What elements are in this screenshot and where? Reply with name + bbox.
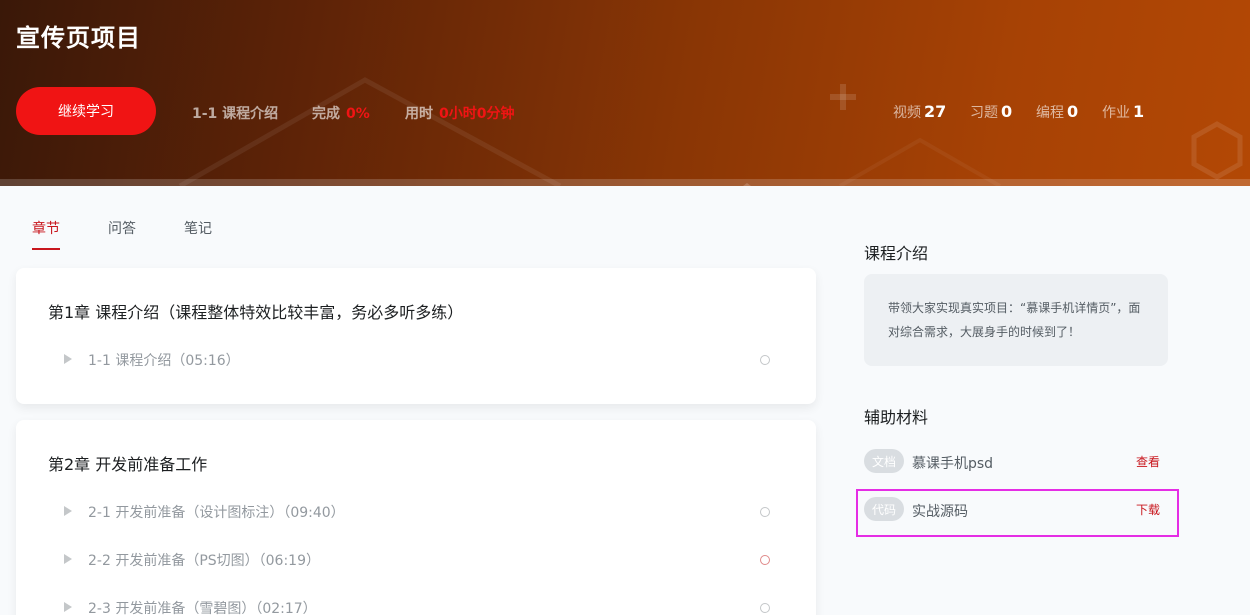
chapter-title: 第1章 课程介绍（课程整体特效比较丰富，务必多听多练） — [48, 303, 464, 322]
lesson-item[interactable]: 2-1 开发前准备（设计图标注）（09:40） — [64, 500, 784, 524]
play-icon — [64, 554, 72, 564]
progress-stat: 完成 0% — [312, 103, 370, 123]
lesson-label: 2-1 开发前准备（设计图标注）（09:40） — [88, 505, 345, 521]
chapter-card: 第1章 课程介绍（课程整体特效比较丰富，务必多听多练） 1-1 课程介绍（05:… — [16, 268, 816, 404]
progress-value: 0% — [346, 106, 370, 122]
video-count-value: 27 — [924, 102, 947, 121]
lesson-label: 2-3 开发前准备（雪碧图）（02:17） — [88, 601, 317, 615]
material-type-badge: 文档 — [864, 449, 904, 473]
lesson-status-icon — [760, 555, 770, 565]
tab-notes[interactable]: 笔记 — [184, 218, 212, 238]
coding-count-label: 编程 — [1036, 105, 1064, 121]
tab-qa[interactable]: 问答 — [108, 218, 136, 238]
lesson-status-icon — [760, 603, 770, 613]
homework-count-label: 作业 — [1102, 105, 1130, 121]
exercise-count: 习题 0 — [970, 102, 1012, 122]
lesson-item[interactable]: 1-1 课程介绍（05:16） — [64, 348, 784, 372]
video-count-label: 视频 — [893, 105, 921, 121]
course-title: 宣传页项目 — [16, 24, 141, 52]
lesson-status-icon — [760, 355, 770, 365]
play-icon — [64, 602, 72, 612]
play-icon — [64, 354, 72, 364]
coding-count-value: 0 — [1067, 102, 1079, 121]
homework-count: 作业 1 — [1102, 102, 1144, 122]
exercise-count-value: 0 — [1001, 102, 1013, 121]
materials-heading: 辅助材料 — [864, 408, 929, 427]
lesson-status-icon — [760, 507, 770, 517]
play-icon — [64, 506, 72, 516]
time-value: 0小时0分钟 — [439, 106, 515, 122]
time-label: 用时 — [405, 106, 433, 122]
video-count: 视频 27 — [893, 102, 946, 122]
download-material-link[interactable]: 下载 — [1136, 501, 1160, 518]
lesson-item[interactable]: 2-3 开发前准备（雪碧图）（02:17） — [64, 596, 784, 615]
chapter-card: 第2章 开发前准备工作 2-1 开发前准备（设计图标注）（09:40） 2-2 … — [16, 420, 816, 615]
course-header: 宣传页项目 继续学习 1-1 课程介绍 完成 0% 用时 0小时0分钟 视频 27 习… — [0, 0, 1250, 186]
time-stat: 用时 0小时0分钟 — [405, 103, 514, 123]
course-intro-text: 带领大家实现真实项目：“慕课手机详情页”，面对综合需求，大展身手的时候到了！ — [888, 301, 1141, 339]
lesson-label: 1-1 课程介绍（05:16） — [88, 353, 240, 369]
material-type-badge: 代码 — [864, 497, 904, 521]
material-item: 代码 实战源码 下载 — [864, 497, 1168, 521]
material-name: 实战源码 — [912, 504, 968, 520]
exercise-count-label: 习题 — [970, 105, 998, 121]
material-item: 文档 慕课手机psd 查看 — [864, 449, 1168, 473]
lesson-item[interactable]: 2-2 开发前准备（PS切图）（06:19） — [64, 548, 784, 572]
course-intro-box: 带领大家实现真实项目：“慕课手机详情页”，面对综合需求，大展身手的时候到了！ — [864, 274, 1168, 366]
coding-count: 编程 0 — [1036, 102, 1078, 122]
chapter-title: 第2章 开发前准备工作 — [48, 455, 208, 474]
banner-bottom-strip — [0, 179, 1250, 186]
current-lesson: 1-1 课程介绍 — [192, 106, 279, 122]
lesson-label: 2-2 开发前准备（PS切图）（06:19） — [88, 553, 320, 569]
background-decoration — [178, 77, 1243, 186]
continue-learning-button[interactable]: 继续学习 — [16, 87, 156, 135]
view-material-link[interactable]: 查看 — [1136, 453, 1160, 470]
course-intro-heading: 课程介绍 — [864, 244, 929, 263]
progress-label: 完成 — [312, 106, 340, 122]
active-tab-indicator — [32, 248, 60, 250]
material-name: 慕课手机psd — [912, 456, 994, 472]
tab-chapters[interactable]: 章节 — [32, 218, 60, 238]
homework-count-value: 1 — [1133, 102, 1145, 121]
